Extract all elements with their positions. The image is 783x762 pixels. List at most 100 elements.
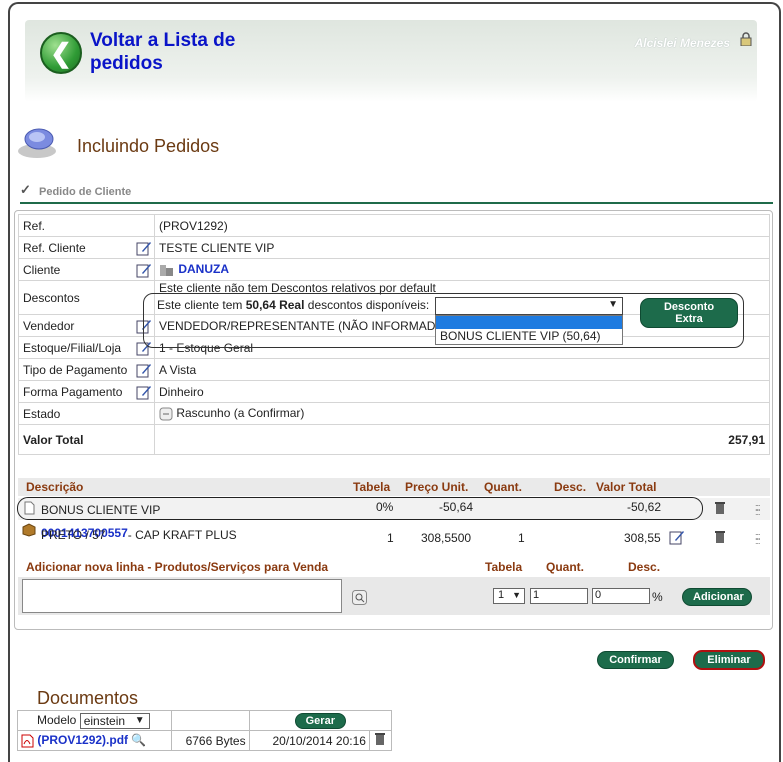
document-size: 6766 Bytes bbox=[171, 730, 250, 751]
documents-model-row: Modelo einstein ▼ Gerar bbox=[16, 710, 393, 731]
section-header: ✓ Pedido de Cliente bbox=[20, 182, 773, 204]
row-estado: Estado Rascunho (a Confirmar) bbox=[18, 402, 770, 425]
col-preco-unit: Preço Unit. bbox=[405, 480, 469, 494]
trash-icon[interactable] bbox=[714, 530, 726, 544]
edit-icon[interactable] bbox=[136, 362, 152, 378]
row-ref-cliente: Ref. Cliente TESTE CLIENTE VIP bbox=[18, 236, 770, 259]
vendedor-cell: Vendedor bbox=[18, 314, 155, 337]
item-quant: 1 bbox=[518, 531, 525, 545]
ref-cliente-cell: Ref. Cliente bbox=[18, 236, 155, 259]
item-descricao-line2: PRETO / 57 bbox=[41, 528, 106, 542]
col-valor-total: Valor Total bbox=[596, 480, 657, 494]
discount-prefix: Este cliente tem bbox=[157, 298, 243, 312]
col-descricao: Descrição bbox=[26, 480, 84, 494]
row-highlight bbox=[17, 497, 703, 520]
trash-icon[interactable] bbox=[714, 501, 726, 515]
empty-cell bbox=[171, 710, 250, 731]
row-valor-total: Valor Total 257,91 bbox=[18, 424, 770, 455]
estoque-label: Estoque/Filial/Loja bbox=[23, 340, 122, 355]
cliente-link[interactable]: DANUZA bbox=[178, 262, 229, 276]
item-descricao-cell: 0001413700557 - CAP KRAFT PLUS PRETO / 5… bbox=[41, 526, 341, 542]
row-cliente: Cliente DANUZA bbox=[18, 258, 770, 281]
item-descricao: - CAP KRAFT PLUS bbox=[127, 528, 237, 542]
descontos-label: Descontos bbox=[18, 280, 155, 315]
back-to-orders-link[interactable]: Voltar a Lista de pedidos bbox=[90, 29, 280, 75]
forma-pagamento-label: Forma Pagamento bbox=[23, 384, 123, 399]
document-name-cell: (PROV1292).pdf 🔍 bbox=[16, 730, 173, 751]
item-preco: 308,5500 bbox=[421, 531, 472, 545]
delete-doc-cell bbox=[368, 730, 393, 751]
discount-dropdown-list: BONUS CLIENTE VIP (50,64) bbox=[435, 315, 623, 345]
ref-cliente-value: TESTE CLIENTE VIP bbox=[154, 236, 770, 259]
item-tabela: 1 bbox=[387, 531, 394, 545]
row-forma-pagamento: Forma Pagamento Dinheiro bbox=[18, 380, 770, 403]
gerar-button[interactable]: Gerar bbox=[294, 712, 346, 729]
drag-handle-icon[interactable]: :::::: bbox=[755, 503, 765, 517]
add-tabela-label: Tabela bbox=[485, 560, 523, 574]
desc-input[interactable]: 0 bbox=[592, 588, 650, 604]
items-header: Descrição Tabela Preço Unit. Quant. Desc… bbox=[18, 478, 770, 496]
drag-handle-icon[interactable]: :::::: bbox=[755, 532, 765, 546]
confirmar-button[interactable]: Confirmar bbox=[597, 651, 674, 669]
edit-icon[interactable] bbox=[136, 384, 152, 400]
dropdown-option[interactable]: BONUS CLIENTE VIP (50,64) bbox=[436, 329, 622, 344]
preview-icon[interactable]: 🔍 bbox=[131, 733, 146, 747]
row-ref: Ref. (PROV1292) bbox=[18, 214, 770, 237]
documents-title: Documentos bbox=[37, 688, 139, 708]
desconto-extra-button[interactable]: Desconto Extra bbox=[640, 298, 738, 328]
trash-icon[interactable] bbox=[374, 732, 386, 746]
product-box-icon bbox=[22, 523, 36, 537]
dropdown-arrow-icon: ▼ bbox=[134, 714, 145, 726]
document-row: (PROV1292).pdf 🔍 6766 Bytes 20/10/2014 2… bbox=[16, 730, 393, 751]
edit-icon[interactable] bbox=[136, 262, 152, 278]
quant-input[interactable]: 1 bbox=[530, 588, 588, 604]
section-title: Pedido de Cliente bbox=[39, 186, 132, 198]
document-link[interactable]: (PROV1292).pdf bbox=[37, 733, 128, 747]
tipo-pagamento-label: Tipo de Pagamento bbox=[23, 362, 128, 377]
discount-select[interactable]: ▼ bbox=[435, 297, 623, 315]
discount-suffix: descontos disponíveis: bbox=[307, 298, 430, 312]
cliente-cell: Cliente bbox=[18, 258, 155, 281]
product-description-input[interactable] bbox=[22, 579, 342, 613]
valor-total-label: Valor Total bbox=[18, 424, 155, 455]
tipo-pagamento-value: A Vista bbox=[154, 358, 770, 381]
edit-icon[interactable] bbox=[669, 529, 685, 545]
search-icon[interactable] bbox=[352, 590, 367, 605]
add-line-title: Adicionar nova linha - Produtos/Serviços… bbox=[26, 560, 329, 574]
estoque-cell: Estoque/Filial/Loja bbox=[18, 336, 155, 359]
tabela-select[interactable]: 1 ▼ bbox=[493, 588, 525, 604]
table-row: 0001413700557 - CAP KRAFT PLUS PRETO / 5… bbox=[18, 522, 770, 558]
dropdown-highlighted-option[interactable] bbox=[436, 316, 622, 329]
estado-label: Estado bbox=[18, 402, 155, 425]
tabela-select-value: 1 bbox=[498, 589, 505, 601]
dropdown-arrow-icon: ▼ bbox=[608, 299, 618, 310]
back-arrow-icon[interactable]: ❮ bbox=[40, 32, 82, 74]
cliente-value-cell: DANUZA bbox=[154, 258, 770, 281]
row-tipo-pagamento: Tipo de Pagamento A Vista bbox=[18, 358, 770, 381]
draft-status-icon bbox=[159, 407, 173, 421]
cliente-label: Cliente bbox=[23, 262, 61, 277]
col-quant: Quant. bbox=[484, 480, 522, 494]
ref-label: Ref. bbox=[18, 214, 155, 237]
discount-amount: 50,64 Real bbox=[245, 298, 305, 312]
modelo-select-value: einstein bbox=[83, 713, 126, 728]
page-title: Incluindo Pedidos bbox=[77, 136, 220, 156]
dropdown-arrow-icon: ▼ bbox=[512, 590, 521, 600]
user-name: Alcislei Menezes bbox=[634, 36, 730, 50]
lock-icon[interactable] bbox=[740, 32, 752, 46]
ref-value: (PROV1292) bbox=[154, 214, 770, 237]
forma-pagamento-cell: Forma Pagamento bbox=[18, 380, 155, 403]
model-cell: Modelo einstein ▼ bbox=[16, 710, 173, 731]
modelo-select[interactable]: einstein ▼ bbox=[79, 712, 150, 729]
estado-value: Rascunho (a Confirmar) bbox=[176, 406, 305, 421]
documents-table: Modelo einstein ▼ Gerar (PROV1292).pdf 🔍… bbox=[16, 710, 393, 751]
modelo-label: Modelo bbox=[37, 712, 77, 727]
adicionar-button[interactable]: Adicionar bbox=[682, 588, 752, 606]
valor-total-value: 257,91 bbox=[154, 424, 770, 455]
col-desc: Desc. bbox=[554, 480, 587, 494]
add-line-header: Adicionar nova linha - Produtos/Serviços… bbox=[18, 558, 770, 576]
eliminar-button[interactable]: Eliminar bbox=[693, 650, 765, 670]
edit-icon[interactable] bbox=[136, 240, 152, 256]
add-desc-label: Desc. bbox=[628, 560, 661, 574]
estado-value-cell: Rascunho (a Confirmar) bbox=[154, 402, 770, 425]
